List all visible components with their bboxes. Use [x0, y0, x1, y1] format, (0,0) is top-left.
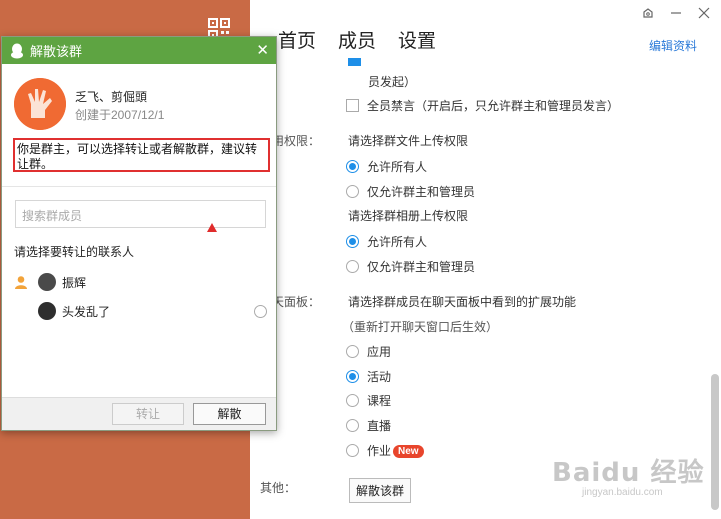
option-label: 仅允许群主和管理员 — [367, 260, 476, 274]
mute-all-checkbox[interactable] — [346, 99, 359, 113]
radio[interactable] — [346, 345, 359, 359]
member-name: 头发乱了 — [62, 304, 111, 319]
album-upload-title: 请选择群相册上传权限 — [348, 209, 469, 223]
dissolve-group-dialog: 解散该群 ✕ 乏飞、剪倔頭 创建于2007/12/1 你是群主，可以选择转让或者… — [1, 36, 277, 431]
qq-penguin-icon — [11, 43, 23, 58]
transfer-notice: 你是群主，可以选择转让或者解散群，建议转让群。 — [13, 138, 270, 172]
option-label: 作业 — [367, 444, 392, 458]
cursor-marker — [207, 223, 217, 232]
option-label: 允许所有人 — [367, 160, 428, 174]
dissolve-group-button[interactable]: 解散该群 — [349, 478, 412, 503]
close-icon[interactable] — [697, 6, 711, 20]
divider — [2, 186, 276, 187]
radio[interactable] — [346, 444, 359, 458]
scrollbar-thumb[interactable] — [711, 374, 719, 510]
nav-tab-members[interactable]: 成员 — [338, 26, 376, 53]
window-controls — [641, 6, 711, 20]
group-settings-window: 首页 成员 设置 编辑资料 员发起） 全员禁言（开启后，只允许群主和管理员发言）… — [250, 0, 721, 519]
file-upload-option-admin[interactable]: 仅允许群主和管理员 — [346, 183, 475, 200]
radio-selected[interactable] — [346, 235, 359, 249]
option-label: 允许所有人 — [367, 235, 428, 249]
option-label: 直播 — [367, 419, 392, 433]
file-upload-title: 请选择群文件上传权限 — [348, 134, 469, 148]
option-label: 仅允许群主和管理员 — [367, 185, 476, 199]
chat-panel-label: 天面板： — [272, 295, 321, 309]
watermark: Baidu 经验 jingyan.baidu.com — [552, 452, 704, 498]
mute-all-label: 全员禁言（开启后，只允许群主和管理员发言） — [367, 99, 620, 113]
file-upload-option-all[interactable]: 允许所有人 — [346, 158, 427, 175]
member-item[interactable]: 振辉 — [38, 273, 86, 291]
mute-all-option[interactable]: 全员禁言（开启后，只允许群主和管理员发言） — [346, 97, 619, 114]
scrollbar[interactable] — [711, 62, 719, 512]
panel-title: 请选择群成员在聊天面板中看到的扩展功能 — [348, 295, 577, 309]
dialog-close-icon[interactable]: ✕ — [256, 41, 269, 59]
main-nav: 首页 成员 设置 — [278, 26, 436, 53]
group-name: 乏飞、剪倔頭 — [75, 90, 148, 104]
option-label: 活动 — [367, 370, 392, 384]
other-label: 其他： — [260, 481, 297, 495]
member-name: 振辉 — [62, 275, 87, 290]
panel-note: （重新打开聊天窗口后生效） — [342, 320, 499, 334]
partial-checkbox[interactable] — [348, 57, 361, 66]
option-label: 课程 — [367, 394, 392, 408]
minimize-icon[interactable] — [669, 6, 683, 20]
group-created-date: 创建于2007/12/1 — [75, 108, 165, 122]
member-item[interactable]: 头发乱了 — [38, 302, 110, 320]
setting-partial-top — [348, 51, 369, 66]
radio[interactable] — [346, 394, 359, 408]
radio-selected[interactable] — [346, 370, 359, 384]
nav-tab-home[interactable]: 首页 — [278, 26, 316, 53]
album-upload-option-all[interactable]: 允许所有人 — [346, 233, 427, 250]
panel-option-app[interactable]: 应用 — [346, 343, 391, 360]
panel-option-live[interactable]: 直播 — [346, 417, 391, 434]
skin-icon[interactable] — [641, 6, 655, 20]
album-upload-option-admin[interactable]: 仅允许群主和管理员 — [346, 258, 475, 275]
hand-icon — [14, 78, 66, 130]
option-label: 应用 — [367, 345, 392, 359]
dialog-title: 解散该群 — [30, 44, 83, 59]
panel-option-activity[interactable]: 活动 — [346, 368, 391, 385]
group-avatar — [14, 78, 66, 130]
nav-tab-settings[interactable]: 设置 — [398, 26, 436, 53]
member-avatar — [38, 273, 56, 291]
dissolve-button[interactable]: 解散 — [193, 403, 266, 425]
edit-profile-link[interactable]: 编辑资料 — [649, 37, 697, 54]
radio[interactable] — [346, 185, 359, 199]
dialog-footer: 转让 解散 — [2, 397, 276, 430]
panel-option-course[interactable]: 课程 — [346, 392, 391, 409]
radio-selected[interactable] — [346, 160, 359, 174]
choose-contact-label: 请选择要转让的联系人 — [14, 245, 135, 259]
new-badge: New — [393, 445, 424, 459]
radio[interactable] — [346, 419, 359, 433]
owner-icon — [15, 276, 27, 289]
member-avatar — [38, 302, 56, 320]
member-select-radio[interactable] — [254, 305, 267, 318]
panel-option-homework[interactable]: 作业 New — [346, 442, 424, 459]
partial-text: 员发起） — [368, 75, 417, 89]
member-search-input[interactable]: 搜索群成员 — [15, 200, 266, 228]
upload-permission-label: 用权限： — [272, 134, 321, 148]
watermark-main: Baidu 经验 — [552, 458, 705, 488]
radio[interactable] — [346, 260, 359, 274]
transfer-button[interactable]: 转让 — [112, 403, 184, 425]
dialog-title-bar[interactable]: 解散该群 ✕ — [2, 37, 276, 64]
